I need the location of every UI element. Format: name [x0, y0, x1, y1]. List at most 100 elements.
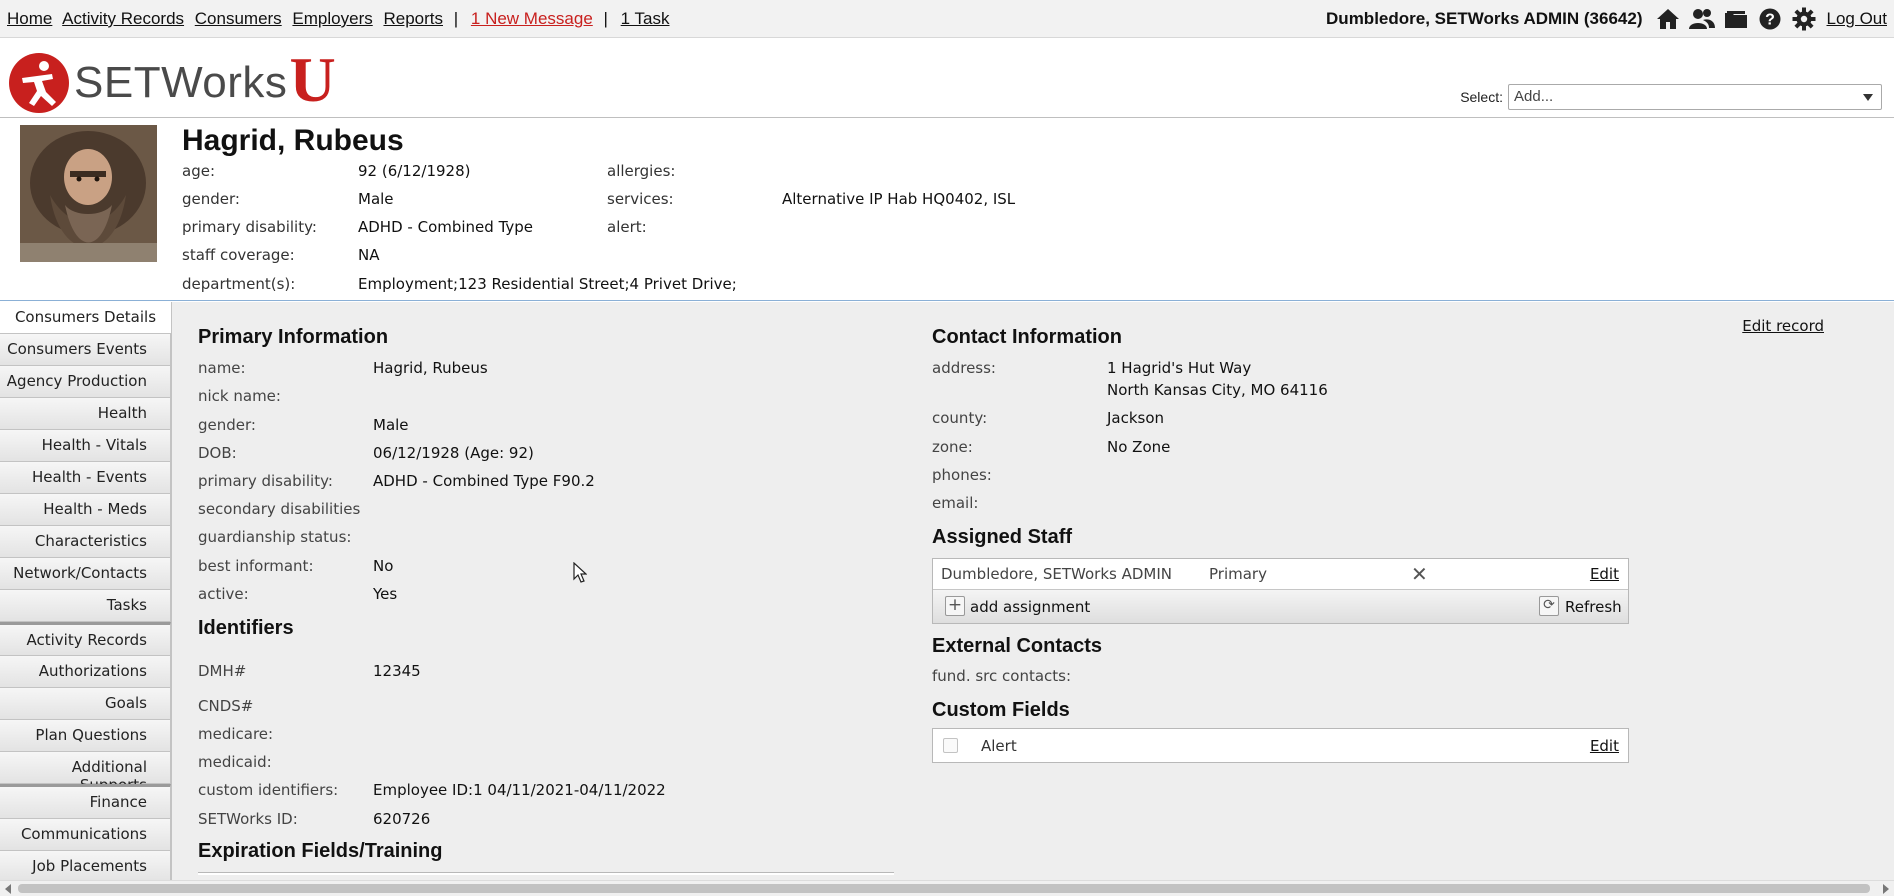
field-value: Employee ID:1 04/11/2021-04/11/2022: [373, 781, 666, 799]
sidenav-item-plan-questions[interactable]: Plan Questions: [0, 720, 171, 752]
remove-staff-icon[interactable]: ✕: [1411, 562, 1428, 586]
consumer-name: Hagrid, Rubeus: [182, 124, 404, 157]
sidenav-item-network-contacts[interactable]: Network/Contacts: [0, 558, 171, 590]
field-label: zone:: [932, 438, 973, 456]
sidenav-item-communications[interactable]: Communications: [0, 819, 171, 851]
sidenav-item-goals[interactable]: Goals: [0, 688, 171, 720]
sidenav-item-consumers-events[interactable]: Consumers Events: [0, 334, 171, 366]
field-label: active:: [198, 585, 249, 603]
nav-separator: |: [603, 9, 608, 28]
nav-consumers-link[interactable]: Consumers: [195, 9, 282, 28]
sidenav-item-health-events[interactable]: Health - Events: [0, 462, 171, 494]
field-value: 620726: [373, 810, 431, 828]
summary-value-age: 92 (6/12/1928): [358, 162, 471, 180]
task-link[interactable]: 1 Task: [621, 9, 670, 28]
folder-icon[interactable]: [1722, 6, 1750, 32]
new-message-link[interactable]: 1 New Message: [471, 9, 593, 28]
field-label: DOB:: [198, 444, 237, 462]
assigned-staff-footer: + add assignment ⟳ Refresh: [933, 589, 1628, 623]
alert-checkbox[interactable]: [943, 738, 958, 753]
logout-link[interactable]: Log Out: [1827, 9, 1888, 29]
refresh-button[interactable]: Refresh: [1565, 598, 1622, 616]
home-icon[interactable]: [1654, 6, 1682, 32]
help-icon[interactable]: ?: [1756, 6, 1784, 32]
summary-label-gender: gender:: [182, 190, 240, 208]
users-icon[interactable]: [1688, 6, 1716, 32]
add-select-area: Select: Add...: [1460, 84, 1882, 110]
nav-employers-link[interactable]: Employers: [292, 9, 372, 28]
field-value: ADHD - Combined Type F90.2: [373, 472, 595, 490]
field-label: phones:: [932, 466, 992, 484]
horizontal-scrollbar[interactable]: [0, 880, 1894, 896]
edit-staff-link[interactable]: Edit: [1590, 565, 1619, 583]
custom-fields-table: Alert Edit: [932, 728, 1629, 763]
edit-custom-field-link[interactable]: Edit: [1590, 737, 1619, 755]
field-value: 06/12/1928 (Age: 92): [373, 444, 534, 462]
sidenav-item-health-meds[interactable]: Health - Meds: [0, 494, 171, 526]
field-label: nick name:: [198, 387, 281, 405]
summary-label-services: services:: [607, 190, 674, 208]
summary-value-primary-disability: ADHD - Combined Type: [358, 218, 534, 236]
summary-label-primary-disability: primary disability:: [182, 218, 317, 236]
field-label: gender:: [198, 416, 256, 434]
sidenav-item-activity-records[interactable]: Activity Records: [0, 622, 171, 656]
refresh-icon[interactable]: ⟳: [1539, 596, 1559, 616]
field-value: Hagrid, Rubeus: [373, 359, 488, 377]
sidenav-item-job-placements[interactable]: Job Placements: [0, 851, 171, 883]
primary-info-heading: Primary Information: [198, 326, 389, 348]
nav-activity-records-link[interactable]: Activity Records: [62, 9, 184, 28]
field-label: guardianship status:: [198, 528, 352, 546]
identifiers-heading: Identifiers: [198, 617, 294, 639]
field-label: custom identifiers:: [198, 781, 339, 799]
field-label: DMH#: [198, 662, 247, 680]
address-label: address:: [932, 359, 996, 377]
sidenav-item-authorizations[interactable]: Authorizations: [0, 656, 171, 688]
field-value: Jackson: [1107, 409, 1165, 427]
top-nav-bar: Home Activity Records Consumers Employer…: [0, 0, 1894, 38]
sidenav-item-tasks[interactable]: Tasks: [0, 590, 171, 622]
field-label: best informant:: [198, 557, 314, 575]
add-select-dropdown[interactable]: Add...: [1508, 84, 1882, 110]
edit-record-link[interactable]: Edit record: [1742, 317, 1824, 335]
app-header: SETWorks U Select: Add...: [0, 39, 1894, 118]
field-value: No: [373, 557, 394, 575]
gear-icon[interactable]: [1790, 6, 1818, 32]
sidenav-item-additional-supports[interactable]: Additional Supports: [0, 752, 171, 794]
sidenav-item-health-vitals[interactable]: Health - Vitals: [0, 430, 171, 462]
summary-label-staff-coverage: staff coverage:: [182, 246, 295, 264]
custom-field-alert-label: Alert: [981, 737, 1017, 755]
address-line1: 1 Hagrid's Hut Way: [1107, 359, 1252, 377]
consumer-details-panel: Edit record Primary Information name: Ha…: [171, 302, 1894, 880]
setworks-logo[interactable]: SETWorks U: [8, 48, 336, 114]
custom-fields-heading: Custom Fields: [932, 699, 1070, 721]
plus-icon[interactable]: +: [945, 596, 965, 616]
assigned-staff-table: Dumbledore, SETWorks ADMIN Primary ✕ Edi…: [932, 558, 1629, 624]
sidenav-item-characteristics[interactable]: Characteristics: [0, 526, 171, 558]
summary-value-gender: Male: [358, 190, 394, 208]
consumer-photo: [20, 125, 157, 262]
sidenav-item-finance[interactable]: Finance: [0, 784, 171, 819]
sidenav-item-consumers-details[interactable]: Consumers Details: [0, 302, 171, 334]
mouse-cursor-icon: [573, 562, 587, 583]
nav-separator: |: [453, 9, 459, 28]
nav-reports-link[interactable]: Reports: [383, 9, 443, 28]
scroll-left-arrow-icon[interactable]: [5, 884, 11, 894]
select-label: Select:: [1460, 89, 1503, 105]
scrollbar-thumb[interactable]: [18, 884, 1870, 893]
expiration-heading: Expiration Fields/Training: [198, 840, 443, 862]
logo-figure-icon: [9, 53, 69, 113]
add-assignment-link[interactable]: add assignment: [970, 598, 1090, 616]
sidenav-item-health[interactable]: Health: [0, 398, 171, 430]
scroll-right-arrow-icon[interactable]: [1883, 884, 1889, 894]
nav-home-link[interactable]: Home: [7, 9, 52, 28]
logo-u: U: [289, 44, 336, 115]
field-label: county:: [932, 409, 988, 427]
summary-value-staff-coverage: NA: [358, 246, 380, 264]
external-contacts-heading: External Contacts: [932, 635, 1103, 657]
address-line2: North Kansas City, MO 64116: [1107, 381, 1328, 399]
field-label: medicaid:: [198, 753, 272, 771]
sidenav-item-agency-production[interactable]: Agency Production: [0, 366, 171, 398]
svg-text:?: ?: [1765, 12, 1775, 29]
logo-text: SETWorks: [74, 58, 288, 107]
assigned-staff-heading: Assigned Staff: [932, 526, 1073, 548]
